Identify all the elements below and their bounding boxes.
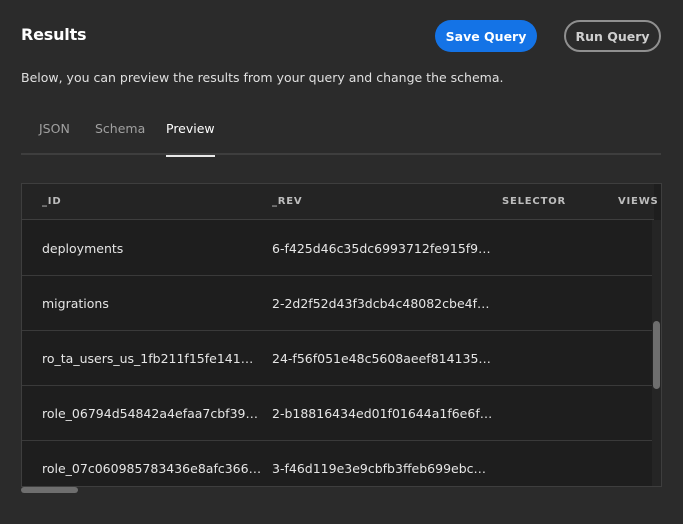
run-query-button[interactable]: Run Query xyxy=(564,20,661,52)
table-row[interactable]: ro_ta_users_us_1fb211f15fe141… 24-f56f05… xyxy=(22,331,654,386)
cell-id: role_06794d54842a4efaa7cbf39… xyxy=(42,406,258,421)
vertical-scrollbar-thumb[interactable] xyxy=(653,321,660,389)
table-row[interactable]: deployments 6-f425d46c35dc6993712fe915f9… xyxy=(22,221,654,276)
cell-rev: 2-2d2f52d43f3dcb4c48082cbe4f… xyxy=(272,296,490,311)
cell-rev: 6-f425d46c35dc6993712fe915f9… xyxy=(272,241,491,256)
column-header-selector[interactable]: SELECTOR xyxy=(502,196,566,207)
table-row[interactable]: role_06794d54842a4efaa7cbf39… 2-b1881643… xyxy=(22,386,654,441)
cell-rev: 3-f46d119e3e9cbfb3ffeb699ebc… xyxy=(272,461,487,476)
tab-schema[interactable]: Schema xyxy=(95,121,145,155)
cell-rev: 24-f56f051e48c5608aeef814135… xyxy=(272,351,491,366)
results-table: _ID _REV SELECTOR VIEWS deployments 6-f4… xyxy=(21,183,662,487)
column-header-views[interactable]: VIEWS xyxy=(618,196,659,207)
cell-id: role_07c060985783436e8afc366… xyxy=(42,461,262,476)
table-header: _ID _REV SELECTOR VIEWS xyxy=(22,184,658,220)
column-header-id[interactable]: _ID xyxy=(42,196,61,207)
tab-bar: JSON Schema Preview xyxy=(21,114,661,157)
tab-json[interactable]: JSON xyxy=(39,121,70,155)
tab-preview[interactable]: Preview xyxy=(166,121,215,157)
cell-id: migrations xyxy=(42,296,109,311)
cell-rev: 2-b18816434ed01f01644a1f6e6f… xyxy=(272,406,493,421)
cell-id: ro_ta_users_us_1fb211f15fe141… xyxy=(42,351,254,366)
horizontal-scrollbar-thumb[interactable] xyxy=(21,487,78,493)
column-header-rev[interactable]: _REV xyxy=(272,196,302,207)
results-page: Results Save Query Run Query Below, you … xyxy=(0,0,683,524)
page-description: Below, you can preview the results from … xyxy=(21,70,504,85)
vertical-scrollbar[interactable] xyxy=(652,220,661,486)
table-row[interactable]: role_07c060985783436e8afc366… 3-f46d119e… xyxy=(22,441,654,486)
page-title: Results xyxy=(21,25,87,44)
cell-id: deployments xyxy=(42,241,124,256)
save-query-button[interactable]: Save Query xyxy=(435,20,537,52)
table-row[interactable]: migrations 2-2d2f52d43f3dcb4c48082cbe4f… xyxy=(22,276,654,331)
